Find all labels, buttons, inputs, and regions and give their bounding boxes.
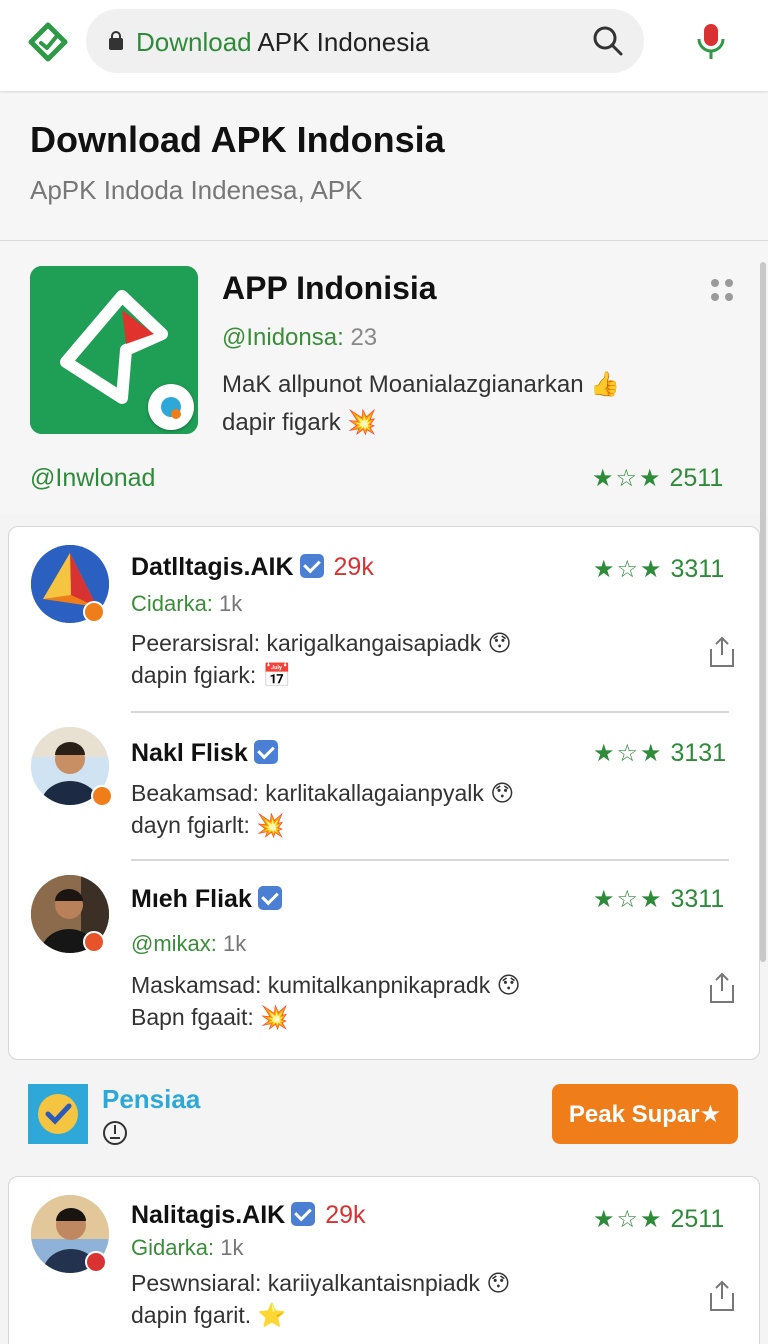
page-header: Download APK Indonsia ApPK Indoda Indene… (0, 93, 768, 241)
avatar-badge-icon (85, 1251, 107, 1273)
site-logo-icon[interactable] (28, 22, 68, 62)
page-subtitle: ApPK Indoda Indenesa, APK (30, 175, 363, 205)
reviewer-name: Nakl Flisk (131, 739, 278, 768)
scrollbar[interactable] (760, 262, 766, 962)
address-bar[interactable]: Download APK Indonesia (86, 9, 644, 73)
browser-toolbar: Download APK Indonesia (0, 0, 768, 92)
verified-badge-icon (257, 886, 282, 910)
avatar-badge-icon (83, 931, 105, 953)
review-rating: ★☆★ 3311 (593, 555, 725, 583)
review-rating: ★☆★ 2511 (593, 1205, 725, 1233)
reviewer-handle: Gidarka: 1k (131, 1235, 244, 1260)
url-text[interactable]: Download APK Indonesia (136, 27, 429, 58)
verified-badge-icon (291, 1202, 316, 1226)
reviewer-handle: Cidarka: 1k (131, 591, 243, 616)
timer-icon (103, 1121, 127, 1145)
app-rating: ★☆★ 2511 (592, 464, 724, 492)
verified-badge-icon (253, 740, 278, 764)
download-link[interactable]: @Inwlonad (30, 464, 155, 493)
microphone-icon[interactable] (694, 22, 728, 62)
app-description: MaK allpunot Moanialazgianarkan 👍 dapir … (222, 371, 621, 436)
url-highlight: Download (136, 27, 252, 57)
review-text: Peswnsiaral: kariiyalkantaisnpiadk 😯 dap… (131, 1270, 511, 1328)
avatar-badge-icon (91, 785, 113, 807)
more-options-icon[interactable] (706, 274, 738, 306)
review-text: Peerarsisral: karigalkangaisapiadk 😯 dap… (131, 630, 512, 688)
review-text: Beakamsad: karlitakallagaianpyalk 😯 dayn… (131, 780, 515, 838)
review-item[interactable]: Nakl Flisk Beakamsad: karlitakallagaianp… (9, 713, 759, 859)
promo-row: Pensiaa Peak Supar★ (0, 1070, 768, 1170)
app-handle: @Inidonsa: 23 (222, 324, 378, 351)
lock-icon (109, 31, 123, 50)
review-item[interactable]: Mıeh Fliak @mikax: 1k Maskamsad: kumital… (9, 861, 759, 1061)
share-icon[interactable] (707, 1279, 737, 1313)
app-icon[interactable] (30, 266, 198, 434)
rating-stars-icon: ★☆★ (593, 740, 664, 767)
url-rest: APK Indonesia (251, 27, 430, 57)
reviewer-name: Mıeh Fliak (131, 885, 282, 914)
share-icon[interactable] (707, 635, 737, 669)
review-rating: ★☆★ 3131 (593, 739, 727, 767)
app-name[interactable]: APP Indonisia (222, 270, 437, 307)
reviews-card: Datlltagis.AIK 29k Cidarka: 1k Peerarsisr… (8, 526, 760, 1060)
featured-app: APP Indonisia @Inidonsa: 23 MaK allpunot… (0, 242, 768, 514)
rating-stars-icon: ★☆★ (592, 465, 663, 492)
rating-stars-icon: ★☆★ (593, 886, 664, 913)
page-title: Download APK Indonsia (30, 119, 445, 160)
promo-button[interactable]: Peak Supar★ (552, 1084, 738, 1144)
promo-title[interactable]: Pensiaa (102, 1084, 200, 1115)
bottom-review-card: Nalitagis.AIK 29k Gidarka: 1k Peswnsiaral… (8, 1176, 760, 1344)
verified-badge-icon (299, 554, 324, 578)
rating-stars-icon: ★☆★ (593, 556, 664, 583)
review-text: Maskamsad: kumitalkanpnikapradk 😯 Bapn f… (131, 972, 521, 1030)
rating-stars-icon: ★☆★ (593, 1206, 664, 1233)
promo-app-icon[interactable] (28, 1084, 88, 1144)
search-icon[interactable] (592, 25, 624, 57)
avatar-badge-icon (83, 601, 105, 623)
reviewer-handle: @mikax: 1k (131, 931, 247, 956)
review-rating: ★☆★ 3311 (593, 885, 725, 913)
review-item[interactable]: Datlltagis.AIK 29k Cidarka: 1k Peerarsisr… (9, 527, 759, 711)
review-item[interactable]: Nalitagis.AIK 29k Gidarka: 1k Peswnsiaral… (9, 1177, 759, 1344)
share-icon[interactable] (707, 971, 737, 1005)
app-badge-icon (148, 384, 194, 430)
reviewer-name: Nalitagis.AIK 29k (131, 1201, 366, 1229)
reviewer-name: Datlltagis.AIK 29k (131, 553, 374, 581)
